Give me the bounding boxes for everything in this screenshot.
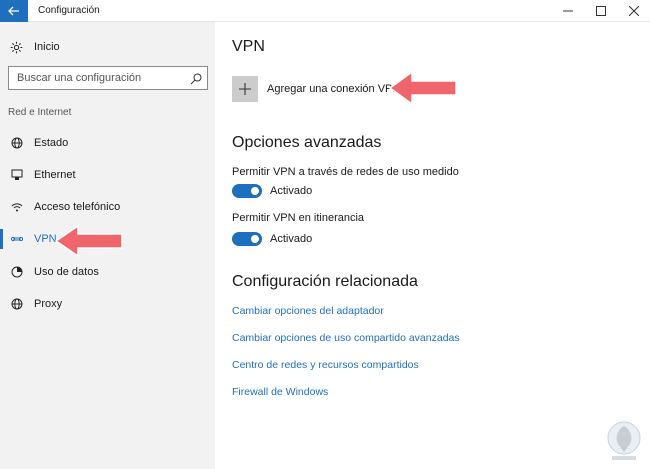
minimize-icon	[563, 10, 573, 12]
annotation-arrow-add-vpn	[388, 70, 457, 106]
toggle-knob	[251, 187, 259, 195]
title-bar: Configuración	[0, 0, 650, 22]
nav-home-label: Inicio	[34, 41, 60, 53]
ethernet-icon	[10, 169, 24, 181]
close-icon	[629, 6, 639, 16]
toggle-knob	[251, 235, 259, 243]
window-title: Configuración	[38, 5, 100, 16]
page-title: VPN	[232, 38, 265, 55]
globe-icon	[10, 298, 24, 310]
search-icon[interactable]	[190, 72, 202, 90]
option-label-roaming: Permitir VPN en itinerancia	[232, 212, 365, 224]
data-usage-icon	[10, 266, 24, 278]
maximize-icon	[596, 6, 606, 16]
annotation-arrow-vpn	[54, 224, 123, 258]
sidebar-item-estado[interactable]: Estado	[0, 133, 215, 153]
sidebar-item-label: Estado	[34, 137, 69, 149]
sidebar-item-uso-de-datos[interactable]: Uso de datos	[0, 262, 215, 282]
link-sharing-options[interactable]: Cambiar opciones de uso compartido avanz…	[232, 332, 460, 344]
option-label-metered: Permitir VPN a través de redes de uso me…	[232, 166, 459, 178]
group-label: Red e Internet	[8, 107, 72, 118]
add-vpn-label: Agregar una conexión VPN	[267, 83, 401, 95]
globe-icon	[10, 137, 24, 149]
sidebar-item-label: Proxy	[34, 298, 63, 310]
toggle-state: Activado	[270, 185, 313, 197]
link-windows-firewall[interactable]: Firewall de Windows	[232, 386, 328, 398]
sidebar-item-label: Ethernet	[34, 169, 76, 181]
link-adapter-options[interactable]: Cambiar opciones del adaptador	[232, 305, 384, 317]
toggle-row-metered: Activado	[232, 184, 312, 198]
sidebar-item-label: Uso de datos	[34, 266, 99, 278]
toggle-vpn-roaming[interactable]	[232, 232, 262, 246]
toggle-row-roaming: Activado	[232, 232, 312, 246]
section-title-advanced: Opciones avanzadas	[232, 134, 382, 151]
link-network-center[interactable]: Centro de redes y recursos compartidos	[232, 359, 419, 371]
toggle-state: Activado	[270, 233, 313, 245]
add-vpn-button[interactable]: Agregar una conexión VPN	[232, 76, 400, 102]
back-button[interactable]	[0, 0, 28, 22]
gear-icon	[10, 41, 26, 54]
dialup-icon	[10, 201, 24, 213]
sidebar-item-label: Acceso telefónico	[34, 201, 121, 213]
search-input[interactable]	[17, 72, 187, 84]
back-arrow-icon	[8, 6, 19, 16]
maximize-button[interactable]	[586, 0, 616, 22]
sidebar-item-proxy[interactable]: Proxy	[0, 294, 215, 314]
sidebar-item-acceso-telefonico[interactable]: Acceso telefónico	[0, 197, 215, 217]
plus-icon	[232, 76, 258, 102]
sidebar-item-ethernet[interactable]: Ethernet	[0, 165, 215, 185]
close-button[interactable]	[619, 0, 649, 22]
minimize-button[interactable]	[553, 0, 583, 22]
search-box[interactable]	[8, 66, 208, 90]
vpn-icon	[10, 234, 24, 244]
watermark-logo	[607, 421, 641, 460]
toggle-vpn-metered[interactable]	[232, 184, 262, 198]
nav-home[interactable]: Inicio	[10, 39, 60, 55]
section-title-related: Configuración relacionada	[232, 273, 418, 290]
